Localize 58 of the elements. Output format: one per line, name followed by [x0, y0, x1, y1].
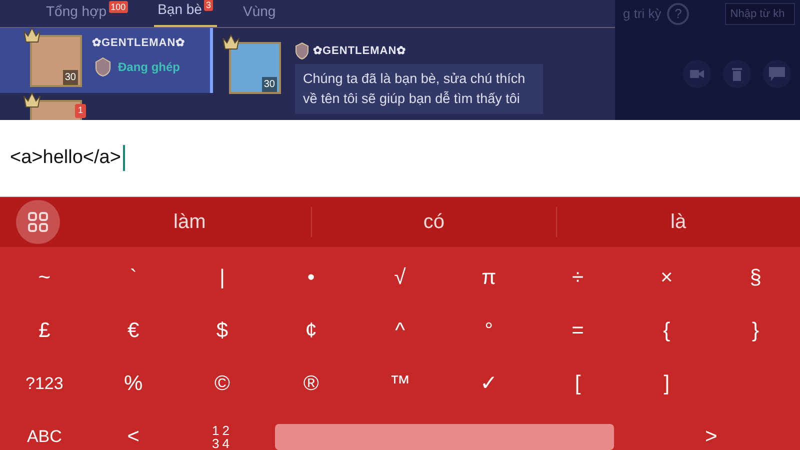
message-bubble: Chúng ta đã là bạn bè, sửa chú thích về tên tôi sẽ giúp bạn dễ tìm thấy tôi	[295, 64, 543, 114]
suggestion-word[interactable]: là	[556, 206, 800, 238]
crown-icon	[221, 34, 241, 50]
apps-grid-icon	[27, 211, 49, 233]
status-label: Đang ghép	[118, 58, 180, 76]
keyboard-key[interactable]: }	[711, 304, 800, 357]
video-camera-icon[interactable]	[683, 60, 711, 88]
keyboard-key[interactable]: ®	[266, 357, 356, 410]
keyboard-key[interactable]: ¢	[266, 304, 356, 357]
player-name: ✿GENTLEMAN✿	[313, 44, 406, 59]
keyboard-key[interactable]: ^	[356, 304, 444, 357]
friend-item[interactable]: 30 ✿GENTLEMAN✿ Đang ghép	[0, 28, 213, 93]
keyboard-key[interactable]: °	[444, 304, 534, 357]
header-label: g tri kỳ	[623, 5, 662, 24]
keyboard-key[interactable]: {	[622, 304, 712, 357]
keyboard-key[interactable]: =	[533, 304, 622, 357]
keyboard-key[interactable]: ✓	[444, 357, 534, 410]
keyboard-key[interactable]: €	[88, 304, 178, 357]
mode-switch-key[interactable]: ABC	[0, 410, 89, 450]
crown-icon	[22, 27, 42, 43]
level-label: 30	[62, 70, 78, 85]
suggestion-word[interactable]: có	[312, 206, 556, 238]
shield-icon	[295, 42, 309, 60]
keyboard-key[interactable]: ™	[356, 357, 444, 410]
crown-icon	[22, 92, 42, 108]
keyboard-key[interactable]: ÷	[533, 251, 622, 304]
level-label: 30	[262, 77, 277, 92]
mode-switch-key[interactable]: ?123	[0, 357, 89, 410]
count-badge: 3	[204, 0, 213, 11]
chat-tab[interactable]: Vùng	[238, 1, 280, 27]
keyboard-key[interactable]: ~	[0, 251, 89, 304]
suggestion-word[interactable]: làm	[68, 206, 312, 238]
keyboard-key[interactable]: £	[0, 304, 89, 357]
search-field[interactable]: Nhập từ kh	[725, 3, 796, 25]
friend-item[interactable]: 1	[0, 93, 213, 120]
keyboard-key[interactable]: <	[88, 410, 178, 450]
trash-icon[interactable]	[723, 60, 751, 88]
keyboard-key[interactable]: §	[711, 251, 800, 304]
chat-icon[interactable]	[763, 60, 791, 88]
player-name: ✿GENTLEMAN✿	[92, 36, 186, 51]
keyboard-key[interactable]: ©	[178, 357, 267, 410]
keyboard-key[interactable]: $	[178, 304, 267, 357]
keyboard-key[interactable]: [	[533, 357, 622, 410]
keyboard-key[interactable]: %	[88, 357, 178, 410]
keyboard-key[interactable]: ]	[622, 357, 712, 410]
keyboard-key[interactable]: `	[88, 251, 178, 304]
apps-grid-button[interactable]	[16, 200, 60, 244]
keyboard-key[interactable]: >	[622, 410, 800, 450]
keyboard-key[interactable]: π	[444, 251, 534, 304]
chat-tab[interactable]: Tổng hợp 100	[42, 1, 132, 27]
numbers-key[interactable]: 12 34	[178, 410, 267, 450]
count-badge: 100	[108, 1, 128, 13]
space-bar[interactable]	[274, 424, 614, 450]
keyboard-key[interactable]: √	[356, 251, 444, 304]
keyboard-key[interactable]: ×	[622, 251, 712, 304]
count-badge: 1	[74, 104, 86, 118]
keyboard-key[interactable]: •	[266, 251, 356, 304]
keyboard-key[interactable]: |	[178, 251, 267, 304]
